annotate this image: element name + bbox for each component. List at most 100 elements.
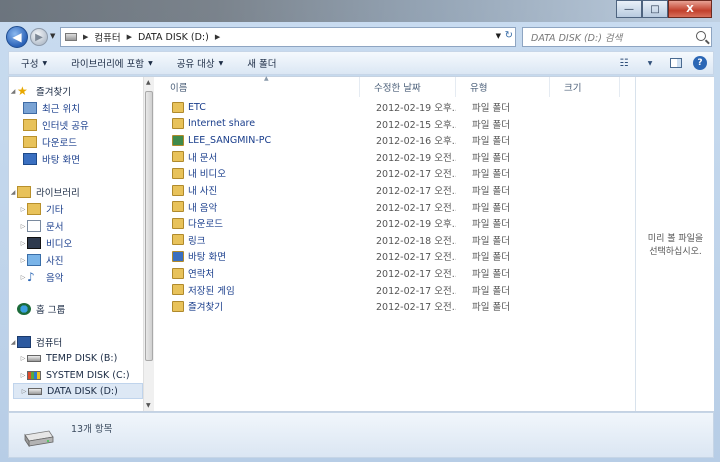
sidebar-item-documents[interactable]: ▷ 문서 (19, 218, 63, 234)
file-name-cell[interactable]: 링크 (156, 233, 360, 247)
help-icon[interactable]: ? (693, 56, 707, 70)
file-row[interactable]: 즐겨찾기 2012-02-17 오전... 파일 폴더 (156, 298, 634, 314)
file-row[interactable]: ETC 2012-02-19 오후... 파일 폴더 (156, 99, 634, 115)
file-row[interactable]: 내 사진 2012-02-17 오전... 파일 폴더 (156, 182, 634, 198)
file-row[interactable]: 연락처 2012-02-17 오전... 파일 폴더 (156, 265, 634, 281)
scroll-down-icon[interactable]: ▼ (146, 402, 151, 409)
file-row[interactable]: 링크 2012-02-18 오전... 파일 폴더 (156, 232, 634, 248)
file-name: Internet share (188, 118, 256, 130)
search-input[interactable]: DATA DISK (D:) 검색 (522, 27, 712, 47)
scrollbar-thumb[interactable] (145, 91, 153, 361)
organize-button[interactable]: 구성 ▼ (9, 52, 59, 74)
file-row[interactable]: 저장된 게임 2012-02-17 오전... 파일 폴더 (156, 282, 634, 298)
sidebar-section-homegroup[interactable]: 홈 그룹 (9, 301, 65, 317)
recent-pages-dropdown-icon[interactable]: ▼ (50, 32, 55, 40)
file-name-cell[interactable]: ETC (156, 101, 360, 113)
sidebar-item-music[interactable]: ▷ ♪ 음악 (19, 269, 64, 285)
expand-triangle-icon[interactable]: ▷ (19, 206, 27, 213)
column-size[interactable]: 크기 (550, 77, 620, 97)
expand-triangle-icon[interactable]: ▷ (20, 388, 28, 395)
file-date: 2012-02-17 오전... (376, 186, 456, 197)
file-name-cell[interactable]: 바탕 화면 (156, 249, 360, 263)
collapse-triangle-icon[interactable]: ◢ (9, 189, 17, 196)
file-name: 내 비디오 (188, 169, 226, 181)
breadcrumb-data-disk[interactable]: DATA DISK (D:) (138, 32, 209, 43)
preview-line: 미리 볼 파일을 (647, 234, 704, 244)
breadcrumb-computer[interactable]: 컴퓨터 (94, 30, 120, 44)
expand-triangle-icon[interactable]: ▷ (19, 223, 27, 230)
sidebar-item-pictures[interactable]: ▷ 사진 (19, 252, 63, 268)
refresh-icon[interactable]: ↻ (505, 30, 513, 41)
file-name-cell[interactable]: 내 사진 (156, 183, 360, 197)
breadcrumb-separator-icon[interactable]: ▶ (215, 33, 220, 41)
file-name-cell[interactable]: LEE_SANGMIN-PC (156, 134, 360, 146)
sidebar-item-data-disk[interactable]: ▷ DATA DISK (D:) (13, 383, 143, 399)
expand-triangle-icon[interactable]: ▷ (19, 274, 27, 281)
collapse-triangle-icon[interactable]: ◢ (9, 339, 17, 346)
sidebar-item-desktop[interactable]: 바탕 화면 (23, 151, 80, 167)
sidebar-item-system-disk[interactable]: ▷ SYSTEM DISK (C:) (19, 367, 130, 383)
search-icon[interactable] (696, 31, 706, 41)
file-type: 파일 폴더 (472, 186, 510, 197)
back-arrow-icon[interactable]: ◀ (6, 26, 28, 48)
preview-pane-icon[interactable] (667, 55, 685, 71)
sidebar-section-libraries[interactable]: ◢ 라이브러리 (9, 184, 80, 200)
file-row[interactable]: Internet share 2012-02-15 오후... 파일 폴더 (156, 116, 634, 132)
file-name: 저장된 게임 (188, 285, 235, 297)
expand-triangle-icon[interactable]: ▷ (19, 240, 27, 247)
file-name-cell[interactable]: 내 비디오 (156, 166, 360, 180)
sidebar-scrollbar[interactable]: ▲ ▼ (143, 77, 154, 411)
expand-triangle-icon[interactable]: ▷ (19, 355, 27, 362)
file-type: 파일 폴더 (472, 169, 510, 181)
file-name-cell[interactable]: 내 음악 (156, 200, 360, 214)
breadcrumb-separator-icon[interactable]: ▶ (127, 33, 132, 41)
drive-icon (27, 354, 41, 362)
close-button[interactable]: X (668, 0, 712, 18)
file-name-cell[interactable]: 즐겨찾기 (156, 299, 360, 313)
new-folder-button[interactable]: 새 폴더 (235, 52, 288, 74)
include-library-button[interactable]: 라이브러리에 포함 ▼ (59, 52, 165, 74)
sidebar-item-label: 사진 (46, 256, 64, 267)
sidebar-item-videos[interactable]: ▷ 비디오 (19, 235, 72, 251)
file-type: 파일 폴더 (472, 119, 510, 131)
scroll-up-icon[interactable]: ▲ (146, 79, 151, 86)
file-row[interactable]: 다운로드 2012-02-19 오후... 파일 폴더 (156, 215, 634, 231)
command-bar: 구성 ▼ 라이브러리에 포함 ▼ 공유 대상 ▼ 새 폴더 ☷ ▼ ? (8, 51, 714, 75)
file-name-cell[interactable]: 저장된 게임 (156, 283, 360, 297)
file-row[interactable]: 내 음악 2012-02-17 오전... 파일 폴더 (156, 199, 634, 215)
expand-triangle-icon[interactable]: ▷ (19, 257, 27, 264)
title-bar (0, 0, 720, 22)
share-with-button[interactable]: 공유 대상 ▼ (165, 52, 236, 74)
view-options-icon[interactable]: ☷ (615, 55, 633, 71)
breadcrumb-separator-icon[interactable]: ▶ (83, 33, 88, 41)
file-name-cell[interactable]: 내 문서 (156, 150, 360, 164)
collapse-triangle-icon[interactable]: ◢ (9, 88, 17, 95)
file-row[interactable]: 바탕 화면 2012-02-17 오전... 파일 폴더 (156, 248, 634, 264)
file-name-cell[interactable]: 다운로드 (156, 216, 360, 230)
file-date: 2012-02-17 오전... (376, 252, 456, 264)
sidebar-item-recent-places[interactable]: 최근 위치 (23, 100, 80, 116)
sidebar-section-favorites[interactable]: ◢ ★ 즐겨찾기 (9, 83, 71, 99)
column-type[interactable]: 유형 (456, 77, 550, 97)
forward-arrow-icon[interactable]: ▶ (30, 28, 48, 46)
file-name-cell[interactable]: Internet share (156, 118, 360, 130)
file-name-cell[interactable]: 연락처 (156, 266, 360, 280)
view-dropdown-icon[interactable]: ▼ (641, 55, 659, 71)
address-bar[interactable]: ▶ 컴퓨터 ▶ DATA DISK (D:) ▶ ▼ ↻ (60, 27, 516, 47)
file-row[interactable]: 내 문서 2012-02-19 오전... 파일 폴더 (156, 149, 634, 165)
minimize-button[interactable]: — (616, 0, 642, 18)
sidebar-item-other[interactable]: ▷ 기타 (19, 201, 63, 217)
address-dropdown-icon[interactable]: ▼ (496, 32, 501, 40)
sidebar-item-label: 비디오 (46, 239, 73, 250)
expand-triangle-icon[interactable]: ▷ (19, 372, 27, 379)
column-date[interactable]: 수정한 날짜 (360, 77, 456, 97)
maximize-button[interactable]: □ (642, 0, 668, 18)
sidebar-item-label: 인터넷 공유 (42, 121, 89, 132)
column-name[interactable]: 이름 (156, 77, 360, 97)
sidebar-section-computer[interactable]: ◢ 컴퓨터 (9, 334, 62, 350)
sidebar-item-internet-share[interactable]: 인터넷 공유 (23, 117, 89, 133)
file-row[interactable]: 내 비디오 2012-02-17 오전... 파일 폴더 (156, 165, 634, 181)
sidebar-item-temp-disk[interactable]: ▷ TEMP DISK (B:) (19, 350, 118, 366)
sidebar-item-downloads[interactable]: 다운로드 (23, 134, 77, 150)
file-row[interactable]: LEE_SANGMIN-PC 2012-02-16 오후... 파일 폴더 (156, 132, 634, 148)
